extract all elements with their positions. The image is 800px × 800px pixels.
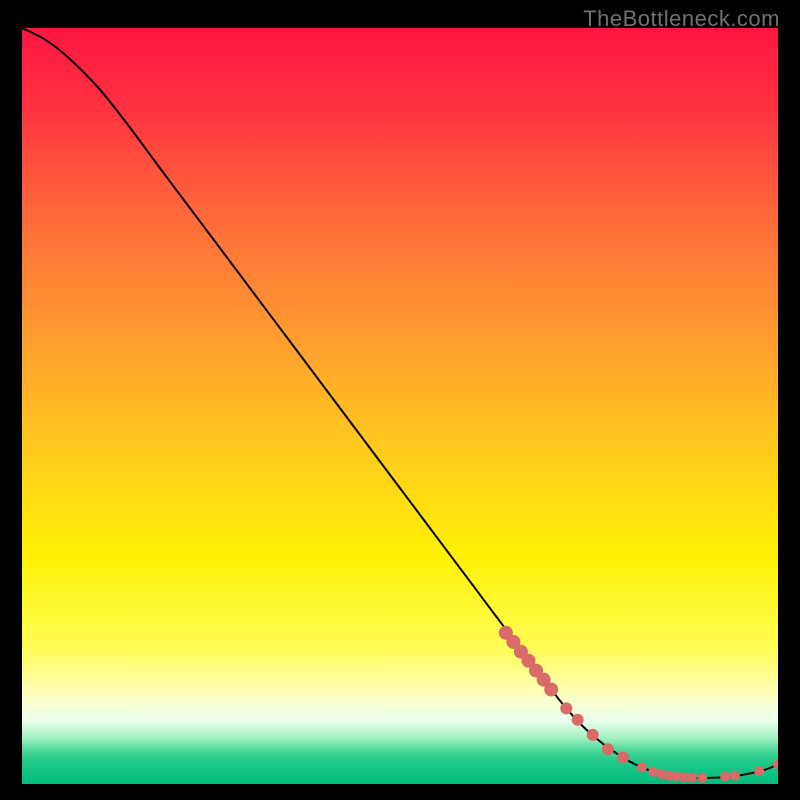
data-marker — [773, 759, 778, 769]
data-marker — [560, 702, 572, 714]
curve-line — [22, 28, 778, 778]
data-marker — [617, 752, 629, 764]
data-marker — [587, 729, 599, 741]
data-marker — [754, 766, 764, 776]
data-marker — [687, 773, 697, 783]
data-marker — [720, 771, 730, 781]
data-marker — [572, 714, 584, 726]
plot-area — [22, 28, 778, 784]
watermark-text: TheBottleneck.com — [583, 6, 780, 32]
data-markers — [499, 626, 778, 783]
data-marker — [544, 683, 558, 697]
data-marker — [697, 773, 707, 783]
data-marker — [637, 762, 647, 772]
data-marker — [730, 771, 740, 781]
data-marker — [602, 743, 614, 755]
chart-svg — [22, 28, 778, 784]
